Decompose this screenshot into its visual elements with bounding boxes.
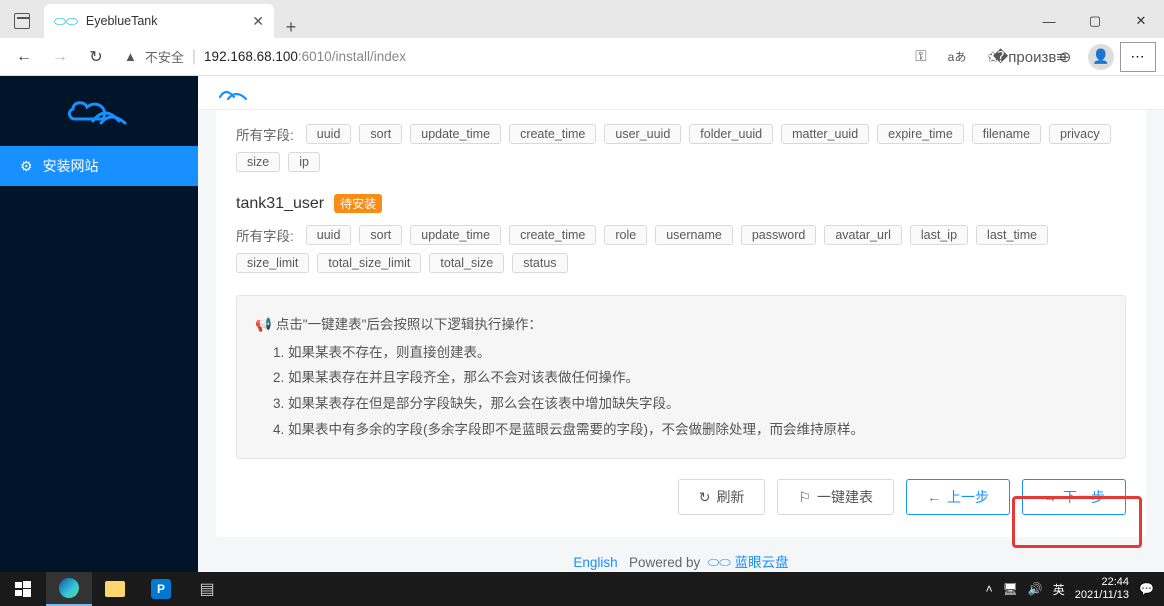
field-tag: filename bbox=[972, 124, 1041, 144]
tab-favicon: ⬭⬭ bbox=[54, 13, 78, 30]
taskbar-edge-icon[interactable] bbox=[46, 572, 92, 606]
field-tag: create_time bbox=[509, 124, 596, 144]
nav-back-button[interactable]: ← bbox=[8, 41, 40, 73]
info-list-item: 4. 如果表中有多余的字段(多余字段即不是蓝眼云盘需要的字段)，不会做删除处理，… bbox=[273, 417, 1107, 443]
footer-logo-icon: ⬭⬭ bbox=[708, 555, 731, 570]
read-aloud-icon[interactable]: aあ bbox=[940, 41, 974, 73]
speaker-icon: 📢 bbox=[255, 317, 272, 332]
tab-actions-button[interactable] bbox=[0, 4, 44, 38]
profile-avatar[interactable]: 👤 bbox=[1084, 41, 1118, 73]
window-minimize-button[interactable]: — bbox=[1026, 4, 1072, 38]
sidebar: ⚙ 安装网站 bbox=[0, 76, 198, 572]
gear-icon: ⚙ bbox=[20, 158, 33, 175]
brand-link[interactable]: 蓝眼云盘 bbox=[735, 555, 789, 570]
key-icon[interactable]: ⚿ bbox=[904, 41, 938, 73]
flag-icon: ⚐ bbox=[798, 489, 811, 506]
field-tag: last_time bbox=[976, 225, 1048, 245]
sidebar-item-label: 安装网站 bbox=[43, 156, 99, 176]
field-tag: create_time bbox=[509, 225, 596, 245]
new-tab-button[interactable]: + bbox=[274, 17, 308, 38]
info-panel: 📢 点击"一键建表"后会按照以下逻辑执行操作： 1. 如果某表不存在，则直接创建表… bbox=[236, 295, 1126, 459]
field-tag: sort bbox=[359, 124, 402, 144]
insecure-warning-icon: ▲ bbox=[124, 49, 137, 64]
arrow-left-icon: ← bbox=[927, 489, 941, 505]
tray-chevron-icon[interactable]: ˄ bbox=[986, 582, 993, 596]
insecure-label: 不安全 bbox=[145, 47, 184, 66]
info-list-item: 1. 如果某表不存在，则直接创建表。 bbox=[273, 340, 1107, 366]
info-list-item: 3. 如果某表存在但是部分字段缺失，那么会在该表中增加缺失字段。 bbox=[273, 391, 1107, 417]
refresh-icon: ↻ bbox=[699, 489, 711, 506]
next-step-button[interactable]: →下一步 bbox=[1022, 479, 1126, 515]
status-badge: 待安装 bbox=[334, 194, 382, 213]
arrow-right-icon: → bbox=[1043, 489, 1057, 505]
field-tag: ip bbox=[288, 152, 320, 172]
window-close-button[interactable]: ✕ bbox=[1118, 4, 1164, 38]
prev-step-button[interactable]: ←上一步 bbox=[906, 479, 1010, 515]
field-tag: uuid bbox=[306, 225, 352, 245]
field-tag: update_time bbox=[410, 124, 501, 144]
nav-refresh-button[interactable]: ↻ bbox=[80, 41, 112, 73]
field-tag: total_size_limit bbox=[317, 253, 421, 273]
field-tag: user_uuid bbox=[604, 124, 681, 144]
field-tag: last_ip bbox=[910, 225, 968, 245]
tray-volume-icon[interactable]: 🔊 bbox=[1028, 582, 1043, 596]
taskbar-app-icon[interactable]: ▤ bbox=[184, 572, 230, 606]
tab-close-icon[interactable]: ✕ bbox=[252, 13, 264, 30]
browser-tab[interactable]: ⬭⬭ EyeblueTank ✕ bbox=[44, 4, 274, 38]
sidebar-item-install[interactable]: ⚙ 安装网站 bbox=[0, 146, 198, 186]
url-text: 192.168.68.100:6010/install/index bbox=[204, 49, 406, 64]
field-tag: expire_time bbox=[877, 124, 964, 144]
field-tag: privacy bbox=[1049, 124, 1111, 144]
info-list-item: 2. 如果某表存在并且字段齐全，那么不会对该表做任何操作。 bbox=[273, 365, 1107, 391]
tab-title: EyeblueTank bbox=[86, 14, 244, 28]
powered-by-label: Powered by bbox=[629, 555, 700, 570]
field-tag: sort bbox=[359, 225, 402, 245]
field-tag: uuid bbox=[306, 124, 352, 144]
taskbar-explorer-icon[interactable] bbox=[92, 572, 138, 606]
table-name: tank31_user bbox=[236, 195, 324, 213]
collections-icon[interactable]: ⊕ bbox=[1048, 41, 1082, 73]
app-logo bbox=[0, 76, 198, 146]
field-tag: folder_uuid bbox=[689, 124, 773, 144]
fields-label: 所有字段: bbox=[236, 124, 294, 144]
taskbar-app-p-icon[interactable]: P bbox=[138, 572, 184, 606]
tray-network-icon[interactable]: 🖥 bbox=[1003, 582, 1018, 596]
windows-taskbar[interactable]: P ▤ ˄ 🖥 🔊 英 22:44 2021/11/13 💬 bbox=[0, 572, 1164, 606]
url-separator: | bbox=[192, 48, 196, 66]
start-button[interactable] bbox=[0, 572, 46, 606]
content-topbar bbox=[198, 76, 1164, 110]
field-tag: update_time bbox=[410, 225, 501, 245]
address-bar[interactable]: ▲ 不安全 | 192.168.68.100:6010/install/inde… bbox=[116, 42, 900, 72]
more-menu-button[interactable]: ⋯ 设置及其他 (Alt+F) bbox=[1120, 42, 1156, 72]
info-intro: 点击"一键建表"后会按照以下逻辑执行操作： bbox=[276, 317, 542, 332]
field-tag: role bbox=[604, 225, 647, 245]
window-maximize-button[interactable]: ▢ bbox=[1072, 4, 1118, 38]
favorites-bar-icon[interactable]: �произв≡ bbox=[1012, 41, 1046, 73]
tray-clock[interactable]: 22:44 2021/11/13 bbox=[1075, 576, 1129, 601]
language-link[interactable]: English bbox=[573, 555, 617, 570]
refresh-button[interactable]: ↻刷新 bbox=[678, 479, 766, 515]
nav-forward-button: → bbox=[44, 41, 76, 73]
field-tag: total_size bbox=[429, 253, 504, 273]
field-tag: username bbox=[655, 225, 733, 245]
tray-ime-indicator[interactable]: 英 bbox=[1053, 581, 1065, 598]
field-tag: password bbox=[741, 225, 817, 245]
field-tag: size bbox=[236, 152, 280, 172]
field-tag: status bbox=[512, 253, 567, 273]
create-tables-button[interactable]: ⚐一键建表 bbox=[777, 479, 894, 515]
topbar-logo-icon bbox=[216, 83, 252, 103]
field-tag: matter_uuid bbox=[781, 124, 869, 144]
fields-label: 所有字段: bbox=[236, 225, 294, 245]
field-tag: size_limit bbox=[236, 253, 309, 273]
page-footer: English Powered by ⬭⬭ 蓝眼云盘 bbox=[198, 537, 1164, 572]
tray-notifications-icon[interactable]: 💬 bbox=[1139, 582, 1154, 596]
field-tag: avatar_url bbox=[824, 225, 902, 245]
